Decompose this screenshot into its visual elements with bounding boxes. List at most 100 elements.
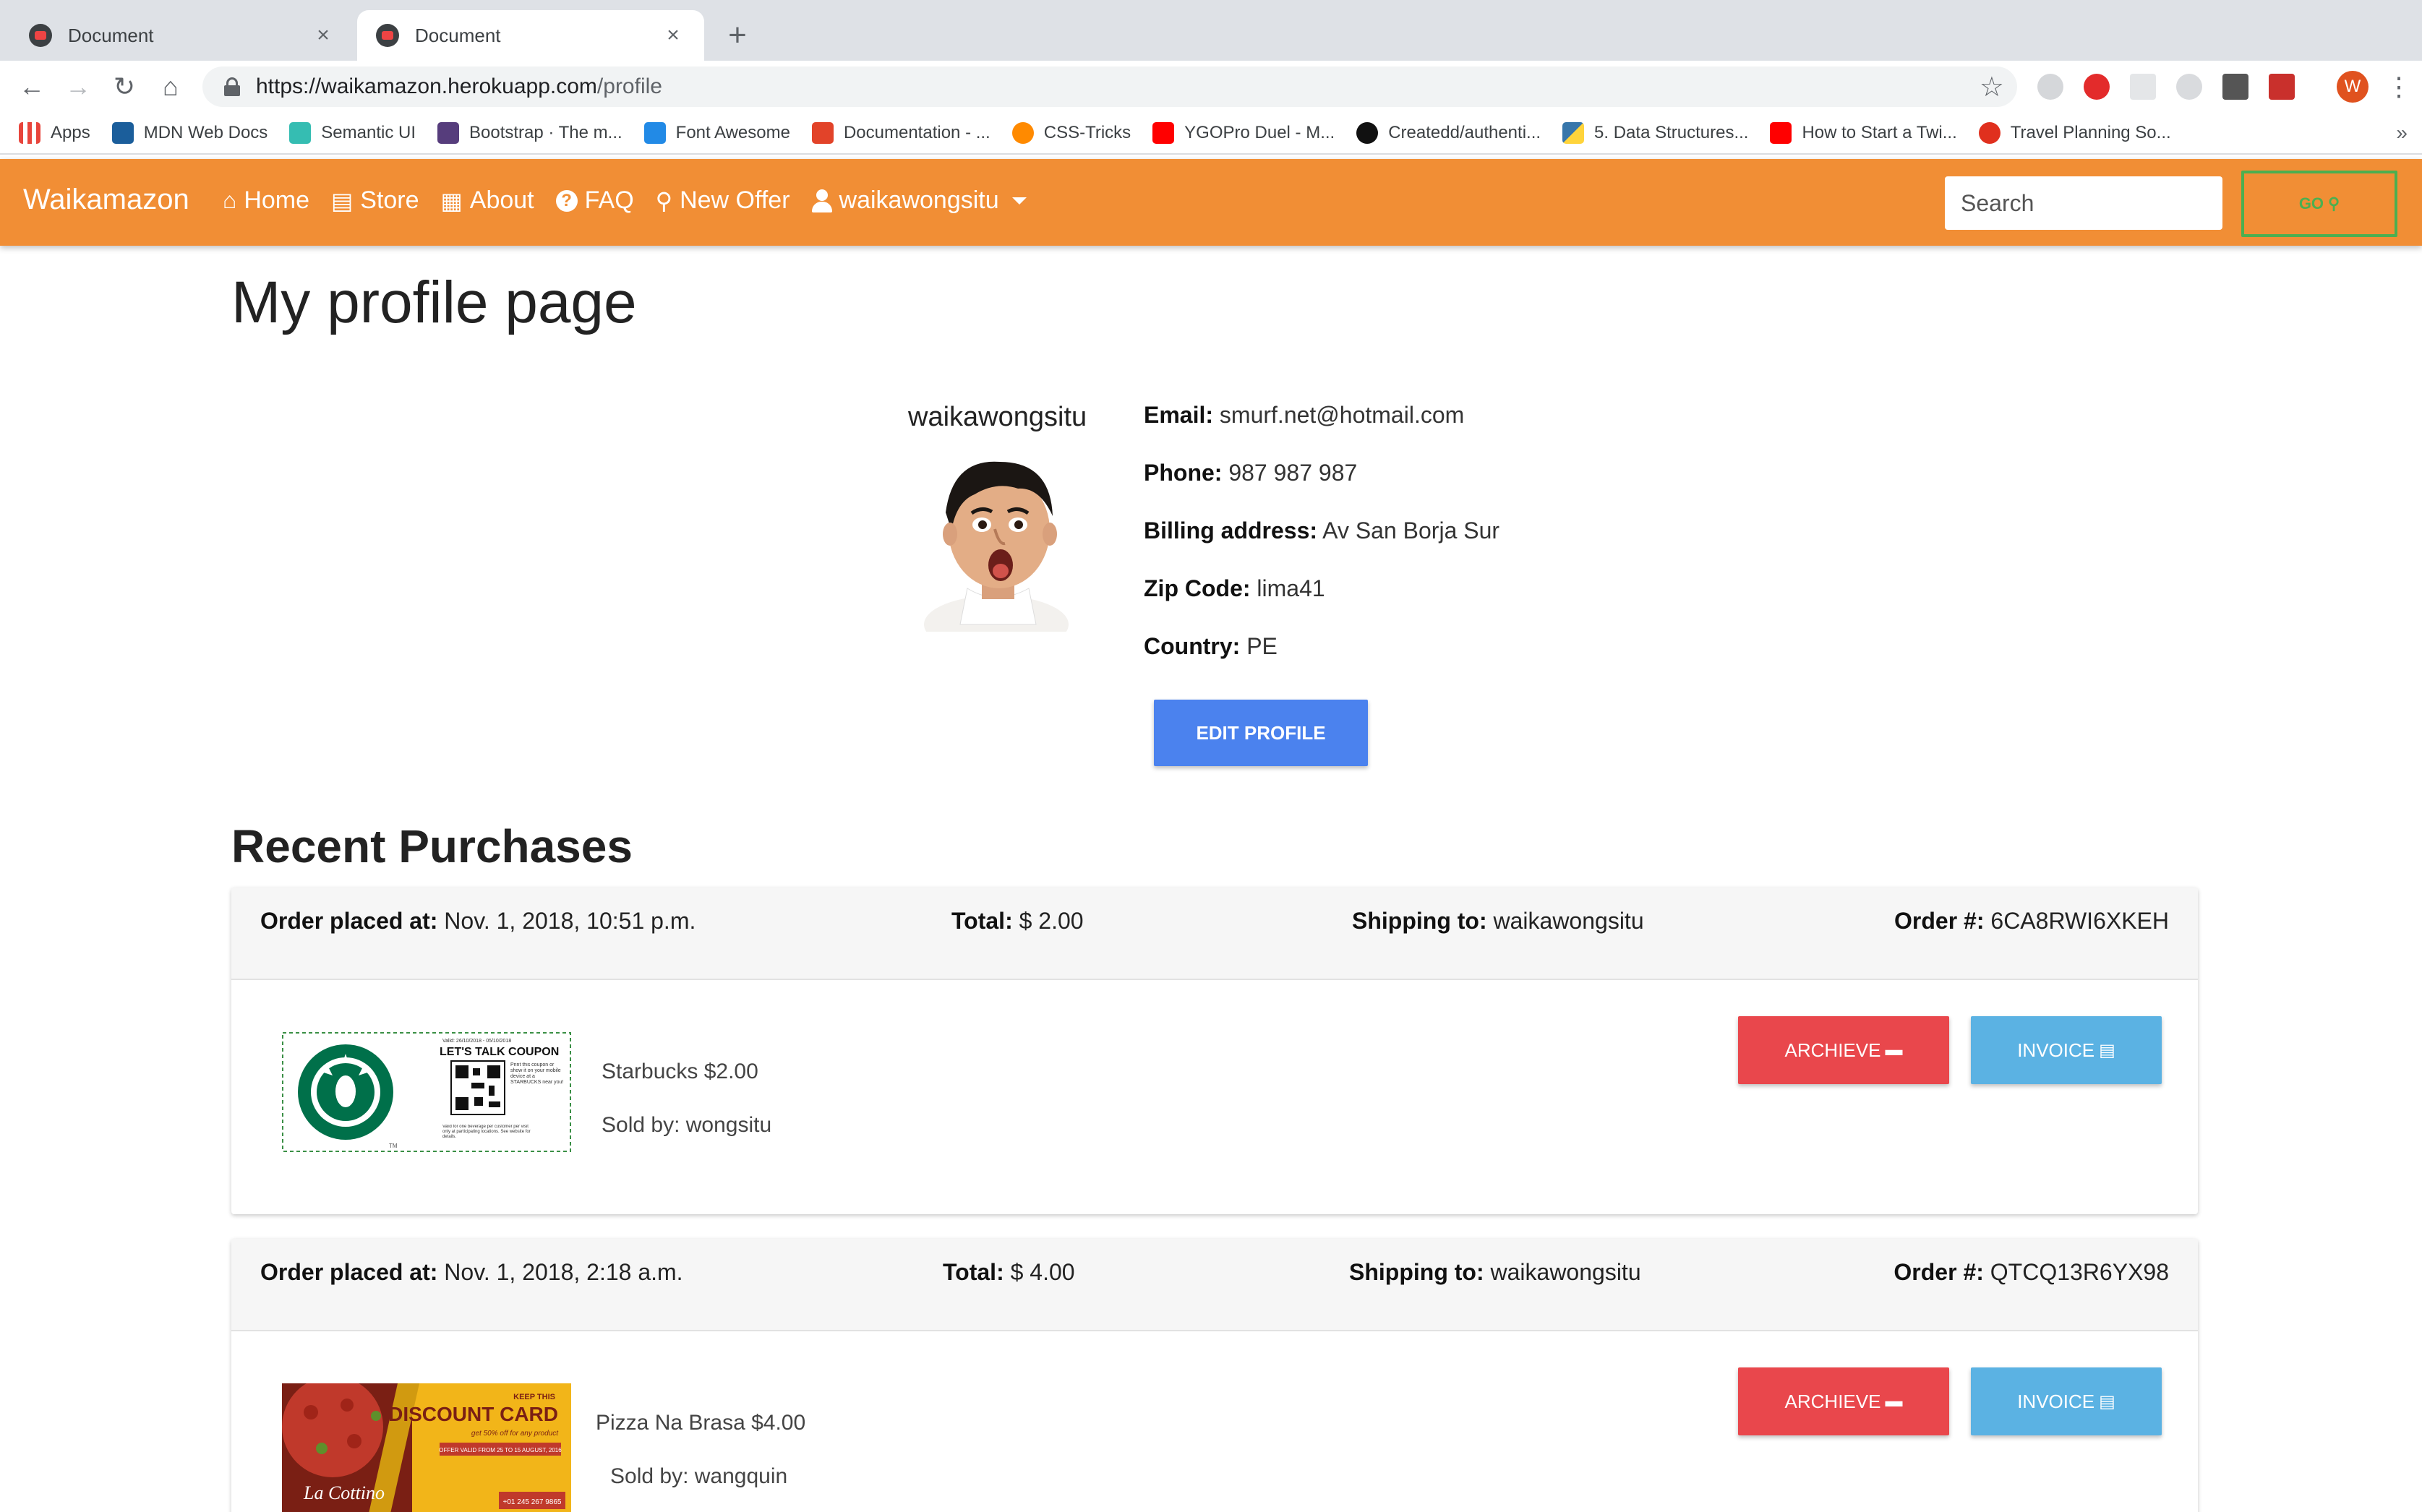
bookmark-label: CSS-Tricks	[1043, 123, 1131, 142]
order-placed: Order placed at: Nov. 1, 2018, 10:51 p.m…	[260, 908, 696, 935]
placed-value: Nov. 1, 2018, 2:18 a.m.	[444, 1259, 683, 1285]
bookmark-item[interactable]: CSS-Tricks	[1011, 122, 1131, 144]
page-title: My profile page	[231, 270, 637, 335]
bookmark-item[interactable]: Font Awesome	[643, 122, 790, 144]
bookmark-item[interactable]: Createdd/authenti...	[1356, 122, 1541, 144]
archieve-label: ARCHIEVE	[1784, 1039, 1881, 1061]
bookmark-label: 5. Data Structures...	[1594, 123, 1749, 142]
tab-close-icon[interactable]: ×	[661, 23, 685, 48]
placed-label: Order placed at:	[260, 908, 438, 934]
bookmark-item[interactable]: MDN Web Docs	[111, 122, 268, 144]
nav-store[interactable]: ▤ Store	[331, 186, 419, 215]
youtube-icon	[1770, 122, 1792, 144]
bookmark-item[interactable]: Bootstrap · The m...	[437, 122, 622, 144]
profile-avatar-photo	[924, 461, 1069, 632]
go-search-button[interactable]: GO ⚲	[2241, 171, 2397, 237]
extension-icon[interactable]	[2037, 74, 2063, 100]
item-name[interactable]: Starbucks $2.00	[602, 1060, 758, 1084]
item-name[interactable]: Pizza Na Brasa $4.00	[596, 1411, 805, 1435]
home-icon: ⌂	[223, 187, 237, 213]
order-header: Order placed at: Nov. 1, 2018, 2:18 a.m.…	[231, 1239, 2198, 1331]
nav-about[interactable]: ▦ About	[441, 186, 534, 215]
invoice-label: INVOICE	[2017, 1390, 2095, 1412]
go-label: GO	[2298, 194, 2324, 212]
total-value: $ 4.00	[1010, 1259, 1075, 1285]
building-icon: ▦	[440, 187, 463, 214]
brand-logo[interactable]: Waikamazon	[23, 184, 189, 216]
tab-close-icon[interactable]: ×	[311, 23, 335, 48]
invoice-button[interactable]: INVOICE ▤	[1971, 1367, 2162, 1435]
billing-label: Billing address:	[1144, 517, 1318, 544]
crescent-icon	[1978, 122, 2000, 144]
bookmark-label: Documentation - ...	[843, 123, 990, 142]
bookmark-item[interactable]: Documentation - ...	[811, 122, 990, 144]
archive-box-icon: ▬	[1885, 1391, 1903, 1411]
extension-icon[interactable]	[2176, 74, 2202, 100]
tab-title: Document	[68, 24, 154, 46]
nav-new-offer[interactable]: ⚲ New Offer	[656, 186, 790, 215]
invoice-button[interactable]: INVOICE ▤	[1971, 1016, 2162, 1084]
bookmark-item[interactable]: 5. Data Structures...	[1562, 122, 1748, 144]
nav-faq[interactable]: ? FAQ	[555, 186, 634, 215]
edit-profile-button[interactable]: EDIT PROFILE	[1154, 700, 1368, 766]
profile-avatar[interactable]: W	[2337, 71, 2368, 103]
email-value: smurf.net@hotmail.com	[1219, 402, 1465, 428]
order-number-value: QTCQ13R6YX98	[1990, 1259, 2169, 1285]
caret-down-icon	[1011, 197, 1027, 205]
browser-tab-1[interactable]: Document ×	[10, 10, 354, 61]
bookmark-star-icon[interactable]: ☆	[1980, 71, 2004, 103]
url-path: /profile	[596, 74, 662, 98]
extension-icon[interactable]	[2130, 74, 2156, 100]
home-icon[interactable]: ⌂	[153, 69, 188, 104]
pizza-coupon-image: La Cottino KEEP THIS DISCOUNT CARD get 5…	[282, 1383, 571, 1512]
coupon-tm: TM	[389, 1143, 398, 1149]
tab-favicon-icon	[29, 24, 52, 47]
shipping-label: Shipping to:	[1352, 908, 1487, 934]
invoice-label: INVOICE	[2017, 1039, 2095, 1061]
cors-extension-icon[interactable]	[2269, 74, 2295, 100]
billing-row: Billing address: Av San Borja Sur	[1144, 517, 1499, 575]
coupon-subline: get 50% off for any product	[471, 1430, 559, 1438]
bookmark-item[interactable]: YGOPro Duel - M...	[1152, 122, 1335, 144]
order-number: Order #: 6CA8RWI6XKEH	[1894, 908, 2169, 935]
file-invoice-icon: ▤	[2099, 1391, 2115, 1412]
documentation-icon	[811, 122, 834, 144]
bootstrap-icon	[437, 122, 460, 144]
country-label: Country:	[1144, 633, 1241, 659]
coupon-keep: KEEP THIS	[513, 1393, 555, 1401]
url-host: https://waikamazon.herokuapp.com	[256, 74, 597, 98]
forward-arrow-icon[interactable]: →	[61, 69, 95, 104]
order-number-label: Order #:	[1894, 908, 1985, 934]
bookmark-item[interactable]: Semantic UI	[289, 122, 416, 144]
new-tab-button[interactable]: +	[722, 17, 753, 53]
bookmark-item[interactable]: Apps	[19, 122, 90, 144]
toggle-extension-icon[interactable]	[2222, 74, 2248, 100]
search-input[interactable]	[1945, 176, 2222, 230]
back-arrow-icon[interactable]: ←	[14, 69, 49, 104]
email-row: Email: smurf.net@hotmail.com	[1144, 402, 1499, 460]
opera-extension-icon[interactable]	[2084, 74, 2110, 100]
order-body: La Cottino KEEP THIS DISCOUNT CARD get 5…	[231, 1331, 2198, 1512]
python-icon	[1562, 122, 1585, 144]
archieve-button[interactable]: ARCHIEVE ▬	[1738, 1367, 1949, 1435]
archieve-button[interactable]: ARCHIEVE ▬	[1738, 1016, 1949, 1084]
browser-tab-2[interactable]: Document ×	[357, 10, 704, 61]
reload-icon[interactable]: ↻	[107, 69, 142, 104]
zip-label: Zip Code:	[1144, 575, 1251, 601]
placed-value: Nov. 1, 2018, 10:51 p.m.	[444, 908, 696, 934]
bookmark-item[interactable]: How to Start a Twi...	[1770, 122, 1957, 144]
user-dropdown[interactable]: waikawongsitu	[811, 186, 1027, 215]
bookmark-label: How to Start a Twi...	[1802, 123, 1957, 142]
order-total: Total: $ 4.00	[943, 1259, 1075, 1286]
bookmark-label: Travel Planning So...	[2010, 123, 2171, 142]
bookmark-item[interactable]: Travel Planning So...	[1978, 122, 2171, 144]
nav-home[interactable]: ⌂ Home	[223, 186, 309, 215]
user-icon	[811, 189, 832, 212]
bookmarks-overflow-icon[interactable]: »	[2396, 121, 2408, 145]
bookmark-label: Bootstrap · The m...	[469, 123, 622, 142]
css-tricks-icon	[1011, 122, 1034, 144]
archieve-label: ARCHIEVE	[1784, 1390, 1881, 1412]
menu-kebab-icon[interactable]: ⋮	[2386, 69, 2412, 104]
browser-tabstrip: Document × Document × +	[0, 0, 2422, 61]
address-bar[interactable]: https://waikamazon.herokuapp.com/profile…	[202, 66, 2017, 107]
